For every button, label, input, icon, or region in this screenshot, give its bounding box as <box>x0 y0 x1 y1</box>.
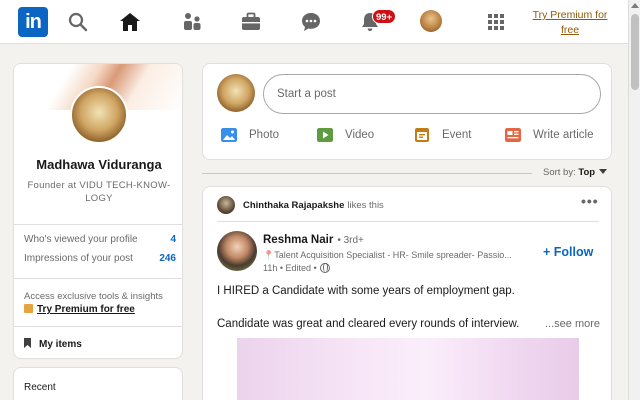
start-post-button[interactable]: Start a post <box>263 74 601 114</box>
messaging-icon[interactable] <box>299 10 323 34</box>
social-context: Chinthaka Rajapakshe likes this <box>217 195 384 215</box>
article-icon <box>505 128 521 142</box>
caret-down-icon <box>599 169 608 174</box>
me-avatar[interactable] <box>420 10 442 32</box>
liker-name[interactable]: Chinthaka Rajapakshe <box>243 200 344 211</box>
author-name[interactable]: Reshma Nair • 3rd+ <box>263 234 364 246</box>
top-nav: in 99+ Try Premium for free <box>0 0 628 44</box>
premium-promo-link[interactable]: Try Premium for free <box>24 304 135 315</box>
page-scrollbar[interactable] <box>628 0 640 400</box>
scroll-up-arrow-icon[interactable] <box>631 3 639 8</box>
try-premium-link[interactable]: Try Premium for free <box>530 8 610 38</box>
stat-profile-views[interactable]: Who's viewed your profile 4 <box>24 234 176 245</box>
divider <box>14 224 182 225</box>
sort-by-dropdown[interactable]: Sort by: Top <box>543 167 608 178</box>
post-meta: 11h • Edited • <box>263 263 330 273</box>
jobs-icon[interactable] <box>239 10 263 34</box>
divider <box>14 278 182 279</box>
recent-label: Recent <box>24 382 56 393</box>
photo-button[interactable]: Photo <box>221 128 279 142</box>
event-button[interactable]: Event <box>414 128 471 142</box>
profile-card: Madhawa Viduranga Founder at VIDU TECH-K… <box>13 63 183 359</box>
video-icon <box>317 128 333 142</box>
video-button[interactable]: Video <box>317 128 374 142</box>
profile-name[interactable]: Madhawa Viduranga <box>14 157 182 172</box>
work-grid-icon[interactable] <box>484 10 508 34</box>
author-headline: 📍Talent Acquisition Specialist - HR- Smi… <box>263 250 512 260</box>
home-icon[interactable] <box>118 10 142 34</box>
see-more-link[interactable]: ...see more <box>545 318 600 330</box>
my-network-icon[interactable] <box>181 10 205 34</box>
sort-value: Top <box>578 167 596 178</box>
feed-post: Chinthaka Rajapakshe likes this ••• Resh… <box>202 186 612 400</box>
divider <box>14 326 182 327</box>
more-options-icon[interactable]: ••• <box>581 193 599 209</box>
follow-button[interactable]: + Follow <box>543 245 593 259</box>
post-text: I HIRED a Candidate with some years of e… <box>217 285 515 297</box>
search-icon[interactable] <box>66 10 90 34</box>
author-avatar[interactable] <box>217 231 257 271</box>
event-icon <box>415 128 429 142</box>
share-avatar[interactable] <box>217 74 255 112</box>
scroll-thumb[interactable] <box>631 14 639 90</box>
my-items-link[interactable]: My items <box>24 338 82 350</box>
write-article-button[interactable]: Write article <box>505 128 594 142</box>
profile-avatar[interactable] <box>70 86 128 144</box>
profile-headline: Founder at VIDU TECH-KNOW-LOGY <box>27 180 171 204</box>
bookmark-icon <box>24 338 31 348</box>
share-box: Start a post Photo Video Event Write art… <box>202 63 612 160</box>
liker-avatar[interactable] <box>217 196 235 214</box>
post-text: Candidate was great and cleared every ro… <box>217 318 520 330</box>
globe-icon <box>319 263 330 273</box>
stat-post-impressions[interactable]: Impressions of your post 246 <box>24 253 176 264</box>
premium-promo-text: Access exclusive tools & insights <box>24 291 163 302</box>
post-image[interactable] <box>237 338 579 400</box>
recent-card: Recent <box>13 367 183 400</box>
notifications-badge: 99+ <box>372 9 397 24</box>
sort-divider <box>202 173 532 174</box>
photo-icon <box>221 128 237 142</box>
premium-icon <box>24 304 33 313</box>
linkedin-logo[interactable]: in <box>18 7 48 37</box>
divider <box>217 221 599 222</box>
